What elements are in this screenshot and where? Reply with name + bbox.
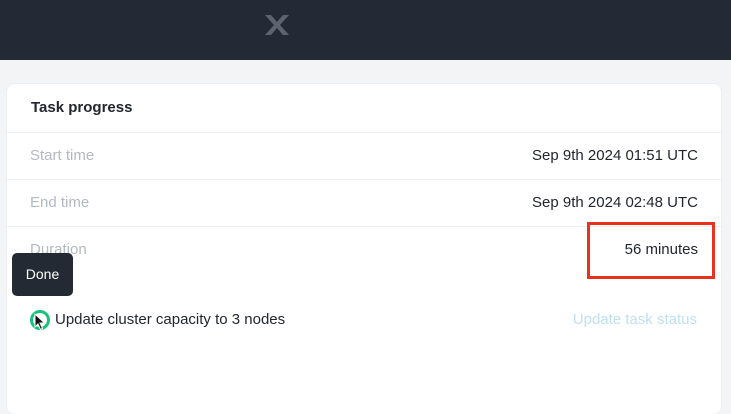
update-task-status-link[interactable]: Update task status <box>573 311 697 328</box>
task-item: Update cluster capacity to 3 nodes Updat… <box>0 307 731 333</box>
start-time-value: Sep 9th 2024 01:51 UTC <box>532 147 698 164</box>
start-time-label: Start time <box>30 147 95 164</box>
duration-highlight-box <box>587 222 715 279</box>
row-end-time: End time Sep 9th 2024 02:48 UTC <box>7 179 721 227</box>
task-label: Update cluster capacity to 3 nodes <box>55 311 286 328</box>
card-title: Task progress <box>31 99 133 116</box>
status-tooltip: Done <box>12 253 73 296</box>
x-logo-icon[interactable] <box>263 13 291 37</box>
top-bar <box>0 0 731 60</box>
end-time-value: Sep 9th 2024 02:48 UTC <box>532 194 698 211</box>
end-time-label: End time <box>30 194 90 211</box>
mouse-pointer-icon <box>34 313 46 331</box>
row-start-time: Start time Sep 9th 2024 01:51 UTC <box>7 132 721 180</box>
